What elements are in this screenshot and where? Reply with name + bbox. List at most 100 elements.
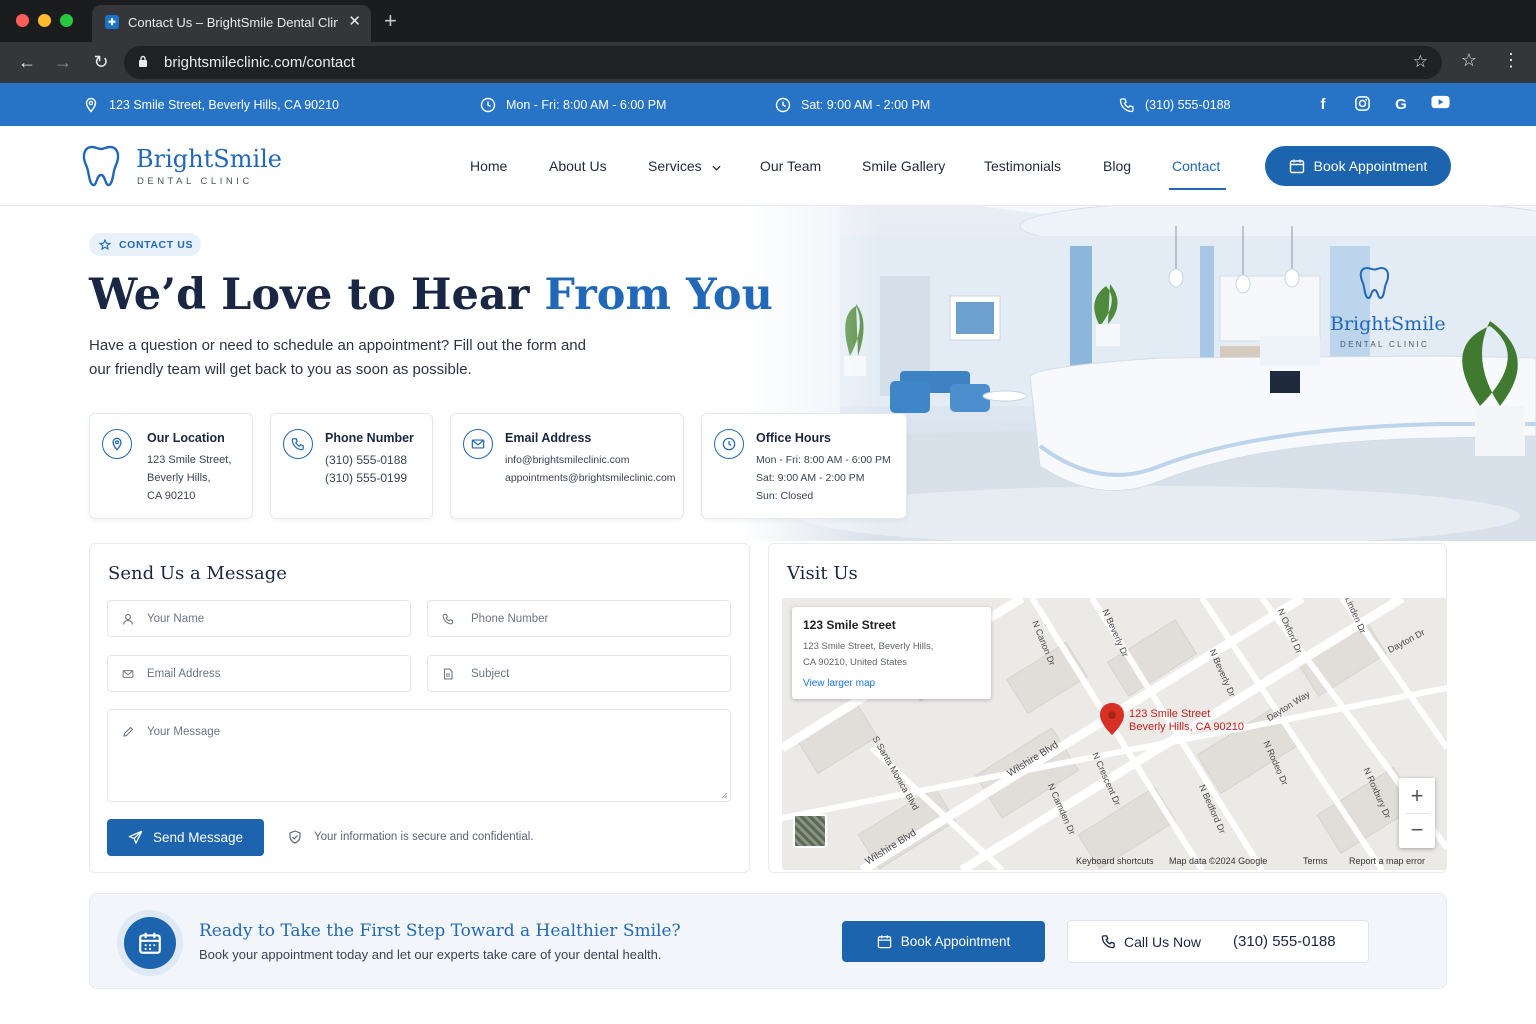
call-us-number: (310) 555-0188 <box>1233 933 1336 950</box>
close-tab-icon[interactable]: ✕ <box>348 12 361 30</box>
phone-icon <box>1101 935 1115 949</box>
envelope-icon <box>471 439 485 449</box>
info-card-title: Office Hours <box>756 431 832 445</box>
phone-placeholder: Phone Number <box>471 613 549 625</box>
send-message-label: Send Message <box>152 830 244 845</box>
zoom-in-icon[interactable]: + <box>1399 778 1435 813</box>
map-zoom-controls: + − <box>1399 778 1435 848</box>
address-bar-row: ← → ↻ brightsmileclinic.com/contact ☆ ☆ … <box>0 42 1536 83</box>
nav-home[interactable]: Home <box>470 158 507 174</box>
email-field[interactable]: Email Address <box>107 655 411 692</box>
url-field[interactable]: brightsmileclinic.com/contact ☆ <box>124 46 1442 79</box>
minimize-window-button[interactable] <box>38 14 51 27</box>
info-card-title: Our Location <box>147 431 225 445</box>
report-map-error-link[interactable]: Report a map error <box>1349 856 1425 866</box>
forward-arrow-icon[interactable]: → <box>52 52 74 73</box>
topbar-saturday-text: Sat: 9:00 AM - 2:00 PM <box>801 98 931 112</box>
nav-contact[interactable]: Contact <box>1172 158 1220 174</box>
cta-book-appointment-button[interactable]: Book Appointment <box>842 921 1045 962</box>
phone-icon <box>442 614 453 625</box>
nav-our-team[interactable]: Our Team <box>760 158 821 174</box>
send-message-button[interactable]: Send Message <box>107 819 264 856</box>
info-card-line: Mon - Fri: 8:00 AM - 6:00 PM <box>756 454 891 466</box>
star-icon <box>99 238 111 250</box>
page-title-main: We’d Love to Hear <box>89 270 545 320</box>
info-card-line[interactable]: (310) 555-0199 <box>325 469 407 487</box>
map-card-line: 123 Smile Street, Beverly Hills, <box>803 641 934 652</box>
topbar-weekday-text: Mon - Fri: 8:00 AM - 6:00 PM <box>506 98 667 112</box>
nav-about-us[interactable]: About Us <box>549 158 607 174</box>
user-icon <box>122 614 134 625</box>
zoom-out-icon[interactable]: − <box>1399 813 1435 848</box>
nav-services[interactable]: Services <box>648 158 721 174</box>
info-card-line: Sun: Closed <box>756 490 814 502</box>
extensions-star-icon[interactable]: ☆ <box>1458 50 1480 71</box>
back-arrow-icon[interactable]: ← <box>16 52 38 73</box>
new-tab-icon[interactable]: + <box>384 8 397 34</box>
nav-blog[interactable]: Blog <box>1103 158 1131 174</box>
info-card-line[interactable]: info@brightsmileclinic.com <box>505 451 629 469</box>
cta-icon <box>124 917 176 969</box>
call-us-now-button[interactable]: Call Us Now (310) 555-0188 <box>1067 920 1369 963</box>
info-card-title: Email Address <box>505 431 592 445</box>
topbar-address: 123 Smile Street, Beverly Hills, CA 9021… <box>83 97 339 113</box>
topbar-weekday-hours: Mon - Fri: 8:00 AM - 6:00 PM <box>480 97 666 113</box>
phone-field[interactable]: Phone Number <box>427 600 731 637</box>
google-icon[interactable]: G <box>1391 95 1411 115</box>
marker-line: Beverly Hills, CA 90210 <box>1129 721 1244 733</box>
info-card-line[interactable]: appointments@brightsmileclinic.com <box>505 469 676 487</box>
name-field[interactable]: Your Name <box>107 600 411 637</box>
facebook-icon[interactable]: f <box>1313 95 1333 115</box>
nav-testimonials[interactable]: Testimonials <box>984 158 1061 174</box>
subject-placeholder: Subject <box>471 668 510 680</box>
maximize-window-button[interactable] <box>60 14 73 27</box>
call-us-label: Call Us Now <box>1124 933 1202 950</box>
phone-icon <box>1119 98 1134 113</box>
reload-icon[interactable]: ↻ <box>90 52 112 73</box>
url-text: brightsmileclinic.com/contact <box>164 54 355 71</box>
logo-subtitle: DENTAL CLINIC <box>137 176 253 187</box>
map-card-line: CA 90210, United States <box>803 657 908 668</box>
site-header: BrightSmile DENTAL CLINIC Home About Us … <box>0 126 1536 206</box>
bookmark-star-icon[interactable]: ☆ <box>1413 52 1428 72</box>
page-title: We’d Love to Hear From You <box>89 270 773 320</box>
map-data-credit: Map data ©2024 Google <box>1169 856 1268 866</box>
visit-title: Visit Us <box>787 563 858 584</box>
topbar-phone[interactable]: (310) 555-0188 <box>1119 97 1230 113</box>
terms-link[interactable]: Terms <box>1303 856 1328 866</box>
page-title-accent: From You <box>544 270 773 320</box>
info-card-location: Our Location 123 Smile Street, Beverly H… <box>89 413 253 519</box>
info-card-email: Email Address info@brightsmileclinic.com… <box>450 413 684 519</box>
top-info-bar: 123 Smile Street, Beverly Hills, CA 9021… <box>0 83 1536 126</box>
calendar-icon <box>877 935 891 949</box>
calendar-icon <box>139 932 161 954</box>
logo-name[interactable]: BrightSmile <box>136 145 282 173</box>
pencil-icon <box>123 726 134 737</box>
browser-tab[interactable]: ✚ Contact Us – BrightSmile Dental Clinic… <box>92 5 371 42</box>
secure-note: Your information is secure and confident… <box>288 830 533 844</box>
phone-icon <box>291 438 304 451</box>
info-card-line[interactable]: (310) 555-0188 <box>325 451 407 469</box>
satellite-layer-toggle[interactable] <box>793 814 827 848</box>
subject-field[interactable]: Subject <box>427 655 731 692</box>
youtube-icon[interactable] <box>1430 95 1450 115</box>
topbar-saturday-hours: Sat: 9:00 AM - 2:00 PM <box>775 97 930 113</box>
resize-handle-icon[interactable] <box>721 792 728 799</box>
browser-menu-icon[interactable]: ⋮ <box>1500 50 1522 71</box>
location-circle <box>102 429 132 459</box>
tooth-favicon-icon: ✚ <box>105 15 119 29</box>
message-field[interactable]: Your Message <box>107 709 731 802</box>
keyboard-shortcuts-link[interactable]: Keyboard shortcuts <box>1076 856 1154 866</box>
nav-smile-gallery[interactable]: Smile Gallery <box>862 158 945 174</box>
info-card-hours: Office Hours Mon - Fri: 8:00 AM - 6:00 P… <box>701 413 907 519</box>
wall-sign-name: BrightSmile <box>1330 313 1446 335</box>
instagram-icon[interactable] <box>1352 95 1372 115</box>
badge-label: CONTACT US <box>119 238 194 251</box>
hours-circle <box>714 429 744 459</box>
tooth-logo-icon[interactable] <box>82 144 120 188</box>
header-book-appointment-button[interactable]: Book Appointment <box>1265 146 1451 186</box>
chevron-down-icon <box>712 165 721 171</box>
info-card-line: Beverly Hills, <box>147 472 211 484</box>
view-larger-map-link[interactable]: View larger map <box>803 678 875 689</box>
close-window-button[interactable] <box>16 14 29 27</box>
